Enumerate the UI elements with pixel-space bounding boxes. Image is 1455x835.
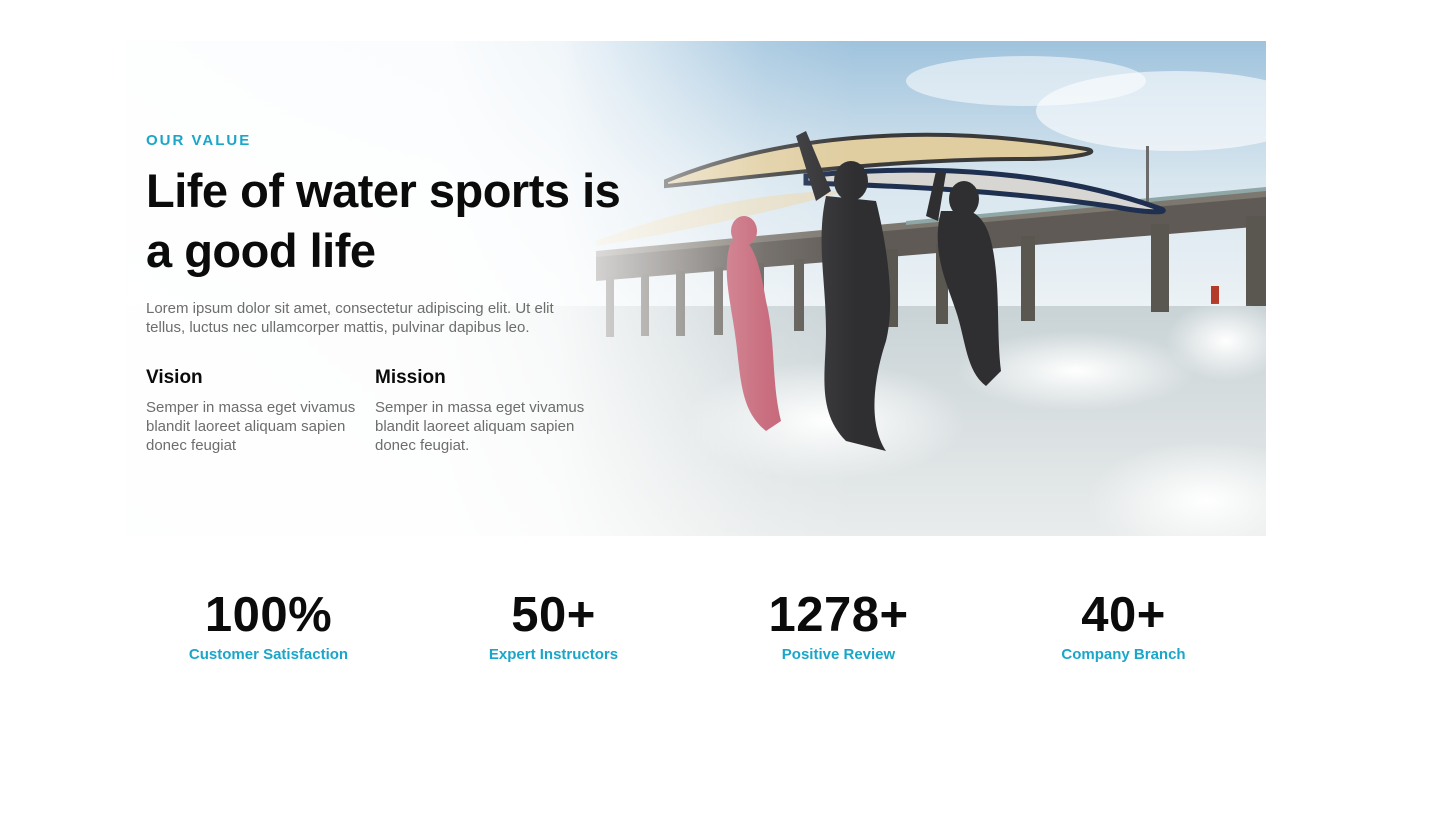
mission-title: Mission bbox=[375, 367, 446, 388]
vision-text: Semper in massa eget vivamus blandit lao… bbox=[146, 399, 356, 454]
section-eyebrow: OUR VALUE bbox=[146, 132, 252, 149]
hero-image-overlay bbox=[126, 41, 1266, 536]
section-headline: Life of water sports is a good life bbox=[146, 164, 621, 277]
section-intro: Lorem ipsum dolor sit amet, consectetur … bbox=[146, 300, 554, 336]
mission-block: Mission Semper in massa eget vivamus bla… bbox=[375, 366, 600, 455]
stat-customer-satisfaction: 100% Customer Satisfaction bbox=[126, 585, 411, 675]
stat-label: Customer Satisfaction bbox=[188, 646, 349, 663]
stats-row: 100% Customer Satisfaction 50+ Expert In… bbox=[126, 585, 1266, 675]
stat-label: Expert Instructors bbox=[488, 646, 619, 663]
stat-positive-review: 1278+ Positive Review bbox=[696, 585, 981, 675]
stat-company-branch: 40+ Company Branch bbox=[981, 585, 1266, 675]
stat-value: 100% bbox=[204, 588, 333, 642]
stat-value: 50+ bbox=[511, 588, 596, 642]
stat-label: Positive Review bbox=[781, 646, 896, 663]
value-hero-section: OUR VALUE Life of water sports is a good… bbox=[126, 41, 1266, 536]
stat-label: Company Branch bbox=[1061, 646, 1186, 663]
stat-value: 40+ bbox=[1081, 588, 1166, 642]
mission-text: Semper in massa eget vivamus blandit lao… bbox=[375, 399, 585, 454]
vision-title: Vision bbox=[146, 367, 203, 388]
stat-value: 1278+ bbox=[768, 588, 909, 642]
vision-block: Vision Semper in massa eget vivamus blan… bbox=[146, 366, 371, 455]
stat-expert-instructors: 50+ Expert Instructors bbox=[411, 585, 696, 675]
